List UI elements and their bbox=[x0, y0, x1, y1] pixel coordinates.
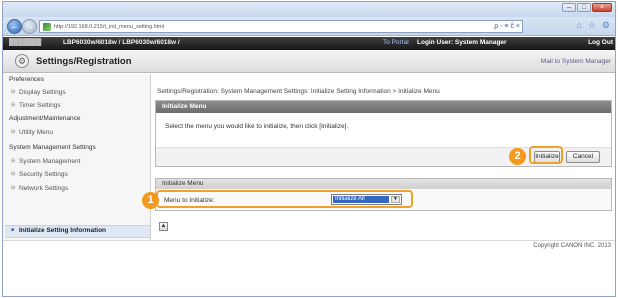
minimize-button[interactable]: – bbox=[562, 3, 576, 12]
settings-header: ⚙ Settings/Registration Mail to System M… bbox=[3, 50, 615, 73]
back-to-top-icon[interactable]: ▲ bbox=[159, 222, 168, 231]
close-button[interactable]: × bbox=[592, 3, 612, 12]
to-portal-link[interactable]: To Portal bbox=[383, 39, 409, 46]
sidebar-heading-preferences[interactable]: Preferences bbox=[9, 76, 44, 83]
back-arrow-icon[interactable]: ← bbox=[7, 19, 22, 34]
device-bar: ███████ LBP6030w/6018w / LBP6030w/6018w … bbox=[3, 37, 615, 50]
home-icon[interactable]: ⌂ bbox=[576, 20, 581, 31]
site-favicon-icon bbox=[43, 22, 51, 31]
login-user: Login User: System Manager bbox=[417, 39, 507, 46]
tools-gear-icon[interactable]: ⚙ bbox=[602, 20, 610, 31]
sidebar-item-initialize-setting-information[interactable]: Initialize Setting Information bbox=[11, 227, 106, 234]
step-1-badge: 1 bbox=[142, 192, 159, 209]
panel-title: Initialize Menu bbox=[156, 101, 611, 113]
logout-link[interactable]: Log Out bbox=[588, 39, 613, 46]
sidebar-item-security-settings[interactable]: Security Settings bbox=[11, 171, 68, 178]
footer-divider bbox=[3, 240, 615, 241]
sidebar-heading-system-management-settings[interactable]: System Management Settings bbox=[9, 144, 96, 151]
device-host: ███████ bbox=[9, 39, 42, 46]
cancel-button[interactable]: Cancel bbox=[566, 151, 600, 163]
browser-window: – □ × ← → http://192.168.0.215/t_init_me… bbox=[2, 1, 616, 297]
address-tools[interactable]: ρ - ≡ ĉ × bbox=[494, 23, 520, 30]
sidebar-item-utility-menu[interactable]: Utility Menu bbox=[11, 129, 53, 136]
step-2-badge: 2 bbox=[509, 148, 526, 165]
maximize-button[interactable]: □ bbox=[577, 3, 591, 12]
menu-row-callout-frame bbox=[156, 190, 413, 208]
sidebar: Preferences Display Settings Timer Setti… bbox=[3, 74, 151, 240]
sidebar-item-network-settings[interactable]: Network Settings bbox=[11, 185, 68, 192]
sidebar-heading-adjustment[interactable]: Adjustment/Maintenance bbox=[9, 115, 81, 122]
window-controls: – □ × bbox=[562, 3, 612, 12]
sidebar-item-display-settings[interactable]: Display Settings bbox=[11, 89, 66, 96]
device-model: LBP6030w/6018w / LBP6030w/6018w / bbox=[63, 39, 180, 46]
url-text: http://192.168.0.215/t_init_menu_setting… bbox=[54, 23, 165, 30]
panel-subtitle: Initialize Menu bbox=[156, 179, 611, 189]
browser-toolbar-icons: ⌂ ☆ ⚙ bbox=[576, 20, 610, 31]
copyright-text: Copyright CANON INC. 2013 bbox=[533, 243, 611, 249]
forward-arrow-icon[interactable]: → bbox=[22, 19, 37, 34]
settings-gear-icon: ⚙ bbox=[15, 54, 29, 68]
sidebar-item-system-management[interactable]: System Management bbox=[11, 158, 80, 165]
mail-to-system-manager-link[interactable]: Mail to System Manager bbox=[541, 58, 611, 65]
favorites-star-icon[interactable]: ☆ bbox=[588, 20, 596, 31]
browser-nav-row: ← → http://192.168.0.215/t_init_menu_set… bbox=[3, 17, 615, 36]
address-bar[interactable]: http://192.168.0.215/t_init_menu_setting… bbox=[39, 20, 523, 33]
instruction-text: Select the menu you would like to initia… bbox=[165, 123, 349, 130]
sidebar-item-timer-settings[interactable]: Timer Settings bbox=[11, 102, 61, 109]
browser-title-bar: – □ × bbox=[3, 2, 615, 17]
page-title: Settings/Registration bbox=[36, 56, 132, 67]
breadcrumb: Settings/Registration: System Management… bbox=[157, 88, 440, 95]
initialize-button-callout-frame bbox=[529, 146, 563, 164]
